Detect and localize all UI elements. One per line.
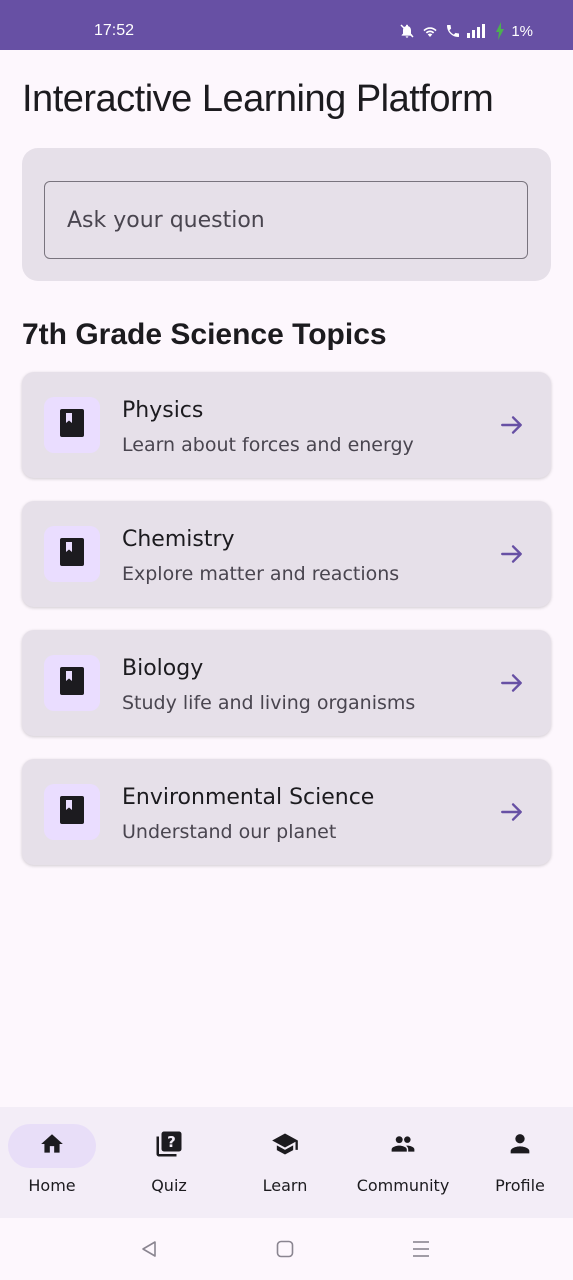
- nav-item-home[interactable]: Home: [0, 1107, 109, 1218]
- topic-title: Biology: [122, 656, 204, 681]
- nav-label: Learn: [262, 1176, 308, 1195]
- book-icon: [59, 795, 85, 829]
- nav-item-quiz[interactable]: ? Quiz: [112, 1107, 226, 1218]
- status-icons: 1%: [399, 22, 533, 40]
- arrow-right-icon[interactable]: [499, 412, 525, 442]
- topic-description: Explore matter and reactions: [122, 563, 400, 585]
- home-button-icon[interactable]: [275, 1239, 295, 1263]
- active-indicator: [8, 1124, 96, 1168]
- school-icon: [269, 1130, 301, 1162]
- page-title: Interactive Learning Platform: [22, 78, 494, 120]
- nav-item-learn[interactable]: Learn: [228, 1107, 342, 1218]
- nav-label: Home: [28, 1176, 76, 1195]
- topic-icon-container: [44, 655, 100, 711]
- topic-icon-container: [44, 526, 100, 582]
- status-time: 17:52: [94, 22, 135, 39]
- back-icon[interactable]: [139, 1239, 159, 1263]
- wifi-icon: [421, 23, 439, 39]
- nav-item-community[interactable]: Community: [346, 1107, 460, 1218]
- system-navigation-bar: [0, 1218, 573, 1280]
- topic-card-chemistry[interactable]: Chemistry Explore matter and reactions: [22, 501, 551, 607]
- status-bar: 17:52 1%: [0, 0, 573, 50]
- arrow-right-icon[interactable]: [499, 670, 525, 700]
- battery-level: 1%: [511, 22, 533, 40]
- topics-section-title: 7th Grade Science Topics: [22, 318, 387, 351]
- arrow-right-icon[interactable]: [499, 541, 525, 571]
- topic-description: Learn about forces and energy: [122, 434, 414, 456]
- book-icon: [59, 666, 85, 700]
- topic-description: Study life and living organisms: [122, 692, 416, 714]
- wifi-call-icon: [445, 23, 461, 39]
- book-icon: [59, 408, 85, 442]
- nav-label: Quiz: [151, 1176, 187, 1195]
- person-icon: [506, 1130, 534, 1162]
- book-icon: [59, 537, 85, 571]
- topic-card-biology[interactable]: Biology Study life and living organisms: [22, 630, 551, 736]
- topic-icon-container: [44, 784, 100, 840]
- recents-menu-icon[interactable]: [411, 1239, 431, 1263]
- svg-text:?: ?: [167, 1133, 176, 1151]
- home-icon: [39, 1131, 65, 1161]
- people-icon: [387, 1131, 419, 1161]
- battery-charging-icon: [495, 22, 505, 40]
- bell-off-icon: [399, 23, 415, 39]
- topic-card-physics[interactable]: Physics Learn about forces and energy: [22, 372, 551, 478]
- nav-label: Profile: [495, 1176, 545, 1195]
- arrow-right-icon[interactable]: [499, 799, 525, 829]
- topic-title: Chemistry: [122, 527, 235, 552]
- nav-item-profile[interactable]: Profile: [463, 1107, 573, 1218]
- topic-description: Understand our planet: [122, 821, 337, 843]
- question-input[interactable]: [44, 181, 528, 259]
- topic-card-environmental-science[interactable]: Environmental Science Understand our pla…: [22, 759, 551, 865]
- quiz-icon: ?: [154, 1129, 184, 1163]
- topic-title: Environmental Science: [122, 785, 375, 810]
- search-card: [22, 148, 551, 281]
- signal-icon: [467, 24, 489, 38]
- bottom-navigation: Home ? Quiz Learn Community Profile: [0, 1107, 573, 1218]
- nav-label: Community: [356, 1176, 450, 1195]
- topic-icon-container: [44, 397, 100, 453]
- topic-title: Physics: [122, 398, 204, 423]
